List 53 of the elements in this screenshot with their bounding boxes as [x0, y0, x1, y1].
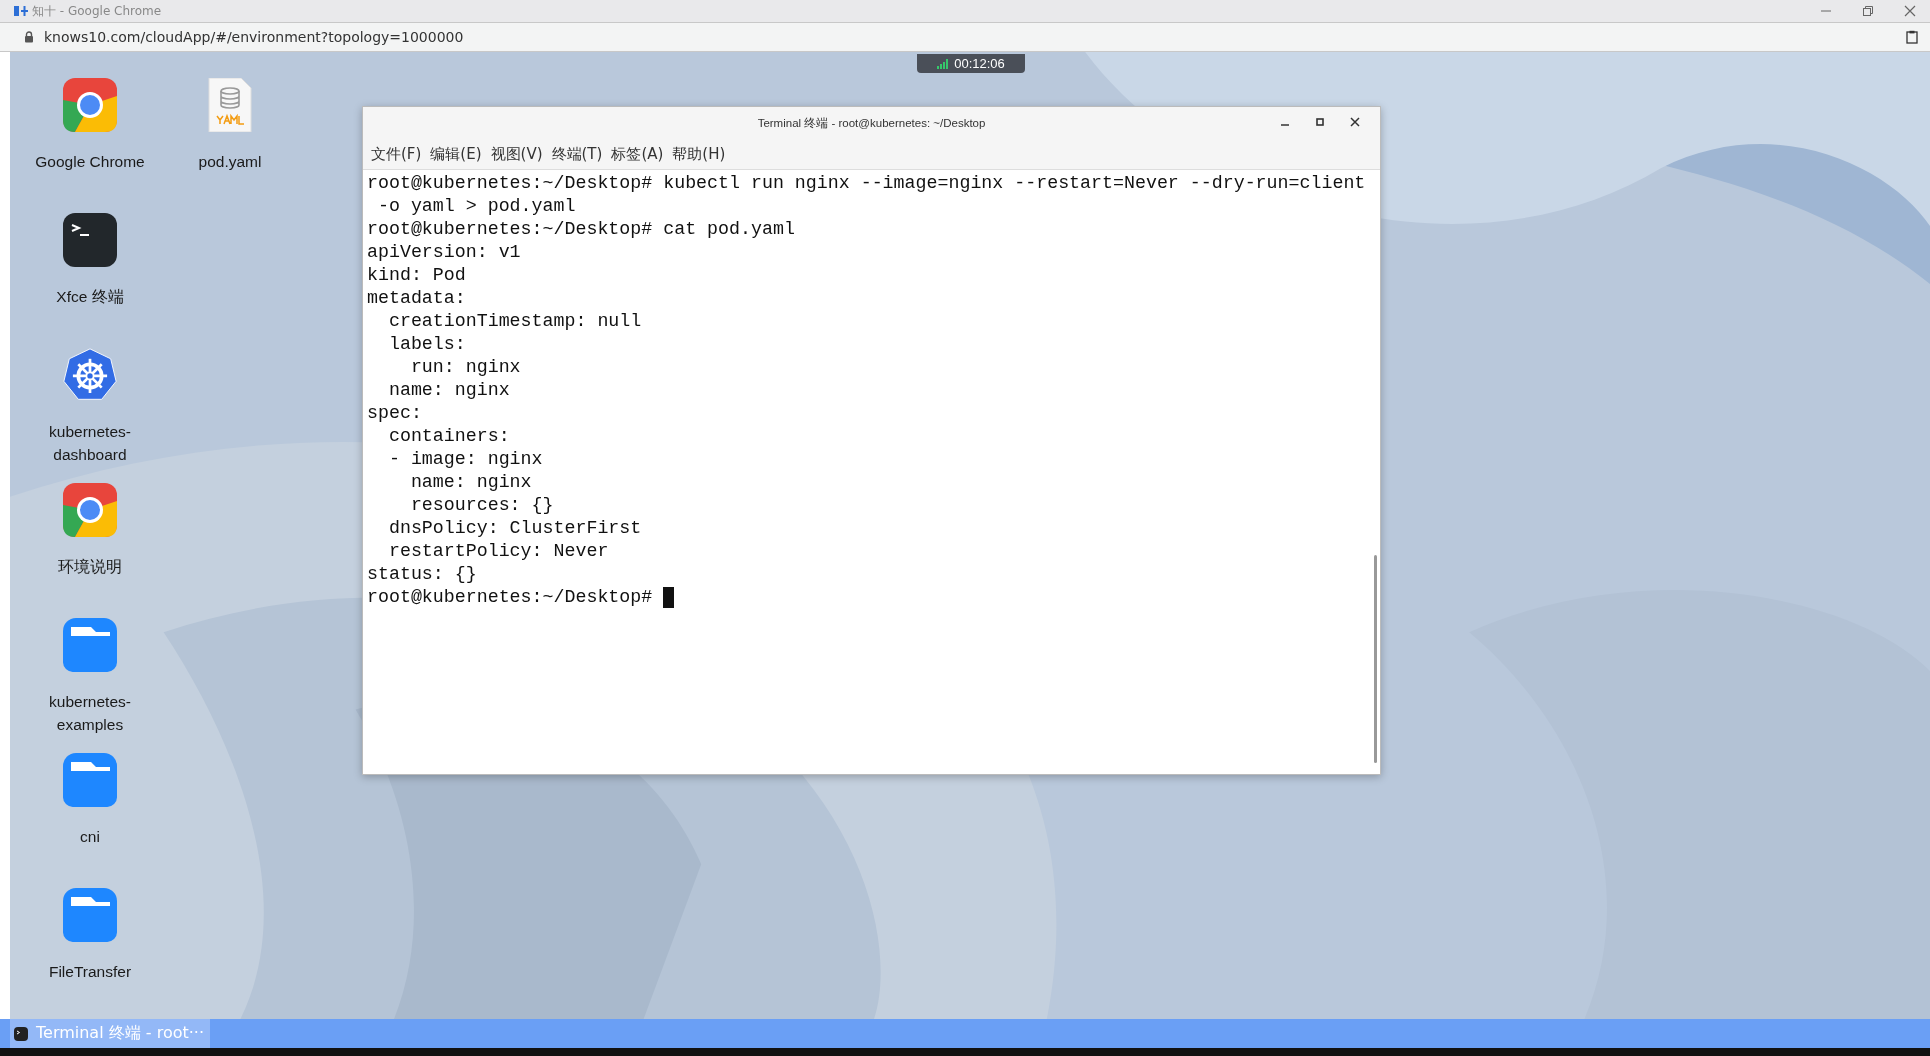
menu-item[interactable]: 帮助(H)	[672, 144, 726, 164]
terminal-line: root@kubernetes:~/Desktop# kubectl run nginx --image=nginx --restart=Never --dry-run=client	[367, 172, 1366, 195]
folder-icon[interactable]	[63, 618, 117, 672]
terminal-line: creationTimestamp: null	[387, 310, 642, 333]
icon-label[interactable]: Xfce 终端	[25, 285, 155, 308]
terminal-line: containers:	[387, 425, 510, 448]
browser-icon[interactable]	[63, 78, 117, 132]
clipboard-icon[interactable]	[1906, 30, 1918, 44]
terminal-line: resources: {}	[409, 494, 554, 517]
menu-item[interactable]: 标签(A)	[611, 144, 664, 164]
timer-text: 00:12:06	[954, 56, 1005, 71]
site-logo-icon	[14, 5, 28, 17]
icon-label[interactable]: Google Chrome	[25, 150, 155, 173]
terminal-line: kind: Pod	[367, 264, 466, 287]
icon-label[interactable]: kubernetes-examples	[25, 690, 155, 736]
restore-icon[interactable]	[1862, 5, 1874, 17]
window-title: 知十 - Google Chrome	[32, 2, 162, 20]
terminal-line: status: {}	[367, 563, 477, 586]
icon-label[interactable]: FileTransfer	[25, 960, 155, 983]
scrollbar-thumb[interactable]	[1374, 555, 1377, 763]
menu-item[interactable]: 视图(V)	[490, 144, 543, 164]
lock-icon	[24, 31, 34, 43]
icon-label[interactable]: kubernetes-dashboard	[25, 420, 155, 466]
menu-item[interactable]: 文件(F)	[371, 144, 422, 164]
icon-label[interactable]: 环境说明	[25, 555, 155, 578]
folder-icon[interactable]	[63, 753, 117, 807]
icon-label[interactable]: pod.yaml	[165, 150, 295, 173]
terminal-line: name: nginx	[387, 379, 510, 402]
menu-item[interactable]: 终端(T)	[551, 144, 603, 164]
terminal-line: restartPolicy: Never	[387, 540, 609, 563]
close-icon[interactable]	[1350, 117, 1360, 127]
terminal-line: run: nginx	[409, 356, 521, 379]
terminal-line: root@kubernetes:~/Desktop#	[367, 586, 654, 609]
terminal-icon	[14, 1026, 28, 1041]
terminal-line: name: nginx	[409, 471, 532, 494]
menu-item[interactable]: 编辑(E)	[430, 144, 482, 164]
terminal-line: -o yaml > pod.yaml	[376, 195, 576, 218]
terminal-line: labels:	[387, 333, 466, 356]
terminal-line: metadata:	[367, 287, 466, 310]
terminal-icon[interactable]	[63, 213, 117, 267]
folder-icon[interactable]	[63, 888, 117, 942]
terminal-line: apiVersion: v1	[367, 241, 521, 264]
maximize-icon[interactable]	[1315, 117, 1325, 127]
terminal-line: spec:	[367, 402, 422, 425]
terminal-line: - image: nginx	[387, 448, 543, 471]
terminal-line: dnsPolicy: ClusterFirst	[387, 517, 642, 540]
window-title: Terminal 终端 - root@kubernetes: ~/Desktop	[757, 115, 986, 131]
address-text[interactable]: knows10.com/cloudApp/#/environment?topology=1000000	[44, 29, 464, 45]
terminal-line: root@kubernetes:~/Desktop# cat pod.yaml	[367, 218, 795, 241]
icon-label[interactable]: cni	[25, 825, 155, 848]
signal-icon	[937, 58, 950, 69]
browser-icon[interactable]	[63, 483, 117, 537]
helm-wheel-icon[interactable]	[63, 348, 117, 402]
